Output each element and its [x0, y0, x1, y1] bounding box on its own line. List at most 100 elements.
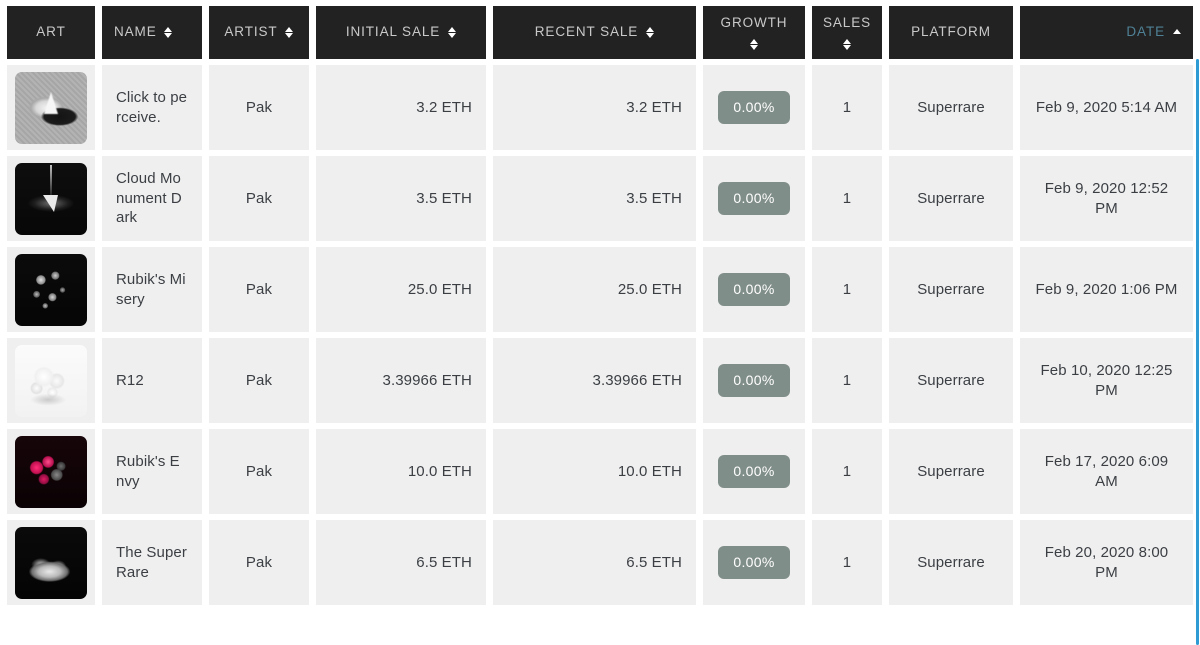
cell-platform: Superrare	[889, 247, 1013, 332]
artwork-thumbnail[interactable]	[15, 71, 87, 144]
cell-name[interactable]: Rubik's Misery	[102, 247, 202, 332]
artwork-thumbnail[interactable]	[15, 253, 87, 326]
table-header: ART NAME ARTIST INITIAL SALE RECENT SALE…	[7, 6, 1193, 59]
growth-badge: 0.00%	[718, 455, 790, 488]
table-row[interactable]: Click to perceive. Pak 3.2 ETH 3.2 ETH 0…	[7, 65, 1193, 150]
cell-date: Feb 9, 2020 12:52 PM	[1020, 156, 1193, 241]
cell-recent-sale: 10.0 ETH	[493, 429, 696, 514]
cell-name[interactable]: Rubik's Envy	[102, 429, 202, 514]
cell-sales: 1	[812, 247, 882, 332]
cell-name[interactable]: Click to perceive.	[102, 65, 202, 150]
table-header-row: ART NAME ARTIST INITIAL SALE RECENT SALE…	[7, 6, 1193, 59]
cell-recent-sale: 25.0 ETH	[493, 247, 696, 332]
cell-name[interactable]: Cloud Monument Dark	[102, 156, 202, 241]
cell-growth: 0.00%	[703, 156, 805, 241]
cell-initial-sale: 25.0 ETH	[316, 247, 486, 332]
cell-art[interactable]	[7, 65, 95, 150]
column-header-art-label: ART	[36, 24, 66, 40]
vertical-scrollbar-track[interactable]	[1196, 0, 1200, 645]
cell-initial-sale: 10.0 ETH	[316, 429, 486, 514]
column-header-growth[interactable]: GROWTH	[703, 6, 805, 59]
sort-toggle-icon[interactable]	[843, 38, 852, 51]
column-header-recent-sale-label: RECENT SALE	[534, 24, 639, 40]
cell-initial-sale: 6.5 ETH	[316, 520, 486, 605]
sort-ascending-icon[interactable]	[1172, 29, 1181, 36]
cell-art[interactable]	[7, 338, 95, 423]
sort-toggle-icon[interactable]	[645, 26, 654, 39]
artwork-thumbnail[interactable]	[15, 344, 87, 417]
cell-sales: 1	[812, 520, 882, 605]
column-header-name[interactable]: NAME	[102, 6, 202, 59]
cell-platform: Superrare	[889, 338, 1013, 423]
cell-artist: Pak	[209, 520, 309, 605]
cell-initial-sale: 3.39966 ETH	[316, 338, 486, 423]
column-header-date[interactable]: DATE	[1020, 6, 1193, 59]
cell-date: Feb 9, 2020 5:14 AM	[1020, 65, 1193, 150]
cell-platform: Superrare	[889, 65, 1013, 150]
table-row[interactable]: Rubik's Misery Pak 25.0 ETH 25.0 ETH 0.0…	[7, 247, 1193, 332]
column-header-artist[interactable]: ARTIST	[209, 6, 309, 59]
cell-sales: 1	[812, 338, 882, 423]
cell-artist: Pak	[209, 338, 309, 423]
cell-art[interactable]	[7, 429, 95, 514]
cell-initial-sale: 3.5 ETH	[316, 156, 486, 241]
artwork-thumbnail[interactable]	[15, 162, 87, 235]
cell-art[interactable]	[7, 520, 95, 605]
sort-toggle-icon[interactable]	[750, 38, 759, 51]
column-header-art[interactable]: ART	[7, 6, 95, 59]
column-header-platform-label: PLATFORM	[911, 24, 991, 40]
table-row[interactable]: Cloud Monument Dark Pak 3.5 ETH 3.5 ETH …	[7, 156, 1193, 241]
column-header-growth-label: GROWTH	[720, 14, 788, 30]
cell-initial-sale: 3.2 ETH	[316, 65, 486, 150]
growth-badge: 0.00%	[718, 273, 790, 306]
cell-artist: Pak	[209, 65, 309, 150]
cell-recent-sale: 3.39966 ETH	[493, 338, 696, 423]
cell-growth: 0.00%	[703, 247, 805, 332]
artwork-thumbnail[interactable]	[15, 526, 87, 599]
sort-toggle-icon[interactable]	[447, 26, 456, 39]
column-header-recent-sale[interactable]: RECENT SALE	[493, 6, 696, 59]
vertical-scrollbar-thumb[interactable]	[1196, 59, 1199, 645]
growth-badge: 0.00%	[718, 182, 790, 215]
cell-name[interactable]: R12	[102, 338, 202, 423]
cell-date: Feb 9, 2020 1:06 PM	[1020, 247, 1193, 332]
nft-sales-table: ART NAME ARTIST INITIAL SALE RECENT SALE…	[0, 0, 1200, 611]
growth-badge: 0.00%	[718, 364, 790, 397]
cell-art[interactable]	[7, 247, 95, 332]
cell-date: Feb 20, 2020 8:00 PM	[1020, 520, 1193, 605]
cell-name[interactable]: The Super Rare	[102, 520, 202, 605]
cell-platform: Superrare	[889, 520, 1013, 605]
column-header-date-label: DATE	[1126, 24, 1165, 40]
artwork-thumbnail[interactable]	[15, 435, 87, 508]
sort-toggle-icon[interactable]	[285, 26, 294, 39]
cell-art[interactable]	[7, 156, 95, 241]
growth-badge: 0.00%	[718, 91, 790, 124]
cell-recent-sale: 3.5 ETH	[493, 156, 696, 241]
cell-growth: 0.00%	[703, 520, 805, 605]
cell-artist: Pak	[209, 247, 309, 332]
table-row[interactable]: R12 Pak 3.39966 ETH 3.39966 ETH 0.00% 1 …	[7, 338, 1193, 423]
table-body: Click to perceive. Pak 3.2 ETH 3.2 ETH 0…	[7, 65, 1193, 605]
table-row[interactable]: Rubik's Envy Pak 10.0 ETH 10.0 ETH 0.00%…	[7, 429, 1193, 514]
cell-date: Feb 10, 2020 12:25 PM	[1020, 338, 1193, 423]
column-header-sales[interactable]: SALES	[812, 6, 882, 59]
column-header-platform[interactable]: PLATFORM	[889, 6, 1013, 59]
cell-recent-sale: 3.2 ETH	[493, 65, 696, 150]
cell-platform: Superrare	[889, 156, 1013, 241]
cell-growth: 0.00%	[703, 65, 805, 150]
cell-artist: Pak	[209, 429, 309, 514]
column-header-artist-label: ARTIST	[224, 24, 278, 40]
cell-artist: Pak	[209, 156, 309, 241]
cell-sales: 1	[812, 429, 882, 514]
table-row[interactable]: The Super Rare Pak 6.5 ETH 6.5 ETH 0.00%…	[7, 520, 1193, 605]
cell-growth: 0.00%	[703, 429, 805, 514]
column-header-initial-sale[interactable]: INITIAL SALE	[316, 6, 486, 59]
growth-badge: 0.00%	[718, 546, 790, 579]
nft-sales-table-container: ART NAME ARTIST INITIAL SALE RECENT SALE…	[0, 0, 1200, 645]
cell-growth: 0.00%	[703, 338, 805, 423]
sort-toggle-icon[interactable]	[164, 26, 173, 39]
column-header-initial-sale-label: INITIAL SALE	[345, 24, 441, 40]
column-header-sales-label: SALES	[822, 14, 872, 30]
cell-sales: 1	[812, 65, 882, 150]
cell-recent-sale: 6.5 ETH	[493, 520, 696, 605]
